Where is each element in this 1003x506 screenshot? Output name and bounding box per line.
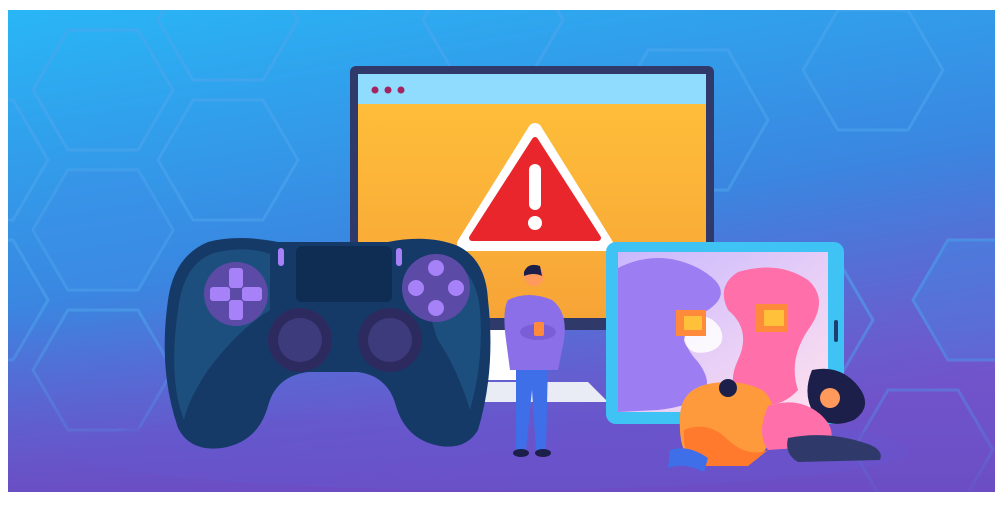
illustration-frame [8,10,995,492]
tablet-card [684,316,702,330]
left-analog-stick-top [278,318,322,362]
lying-person-head [820,388,840,408]
tablet-card [764,310,784,326]
person-shoe [535,449,551,457]
phone-icon [534,322,544,336]
sitting-person-head [719,379,737,397]
scene-illustration [8,10,995,492]
exclamation-bar [529,164,541,210]
tablet-button [834,320,838,342]
face-button [428,300,444,316]
person-shoe [513,449,529,457]
window-dot [384,86,392,94]
face-button [408,280,424,296]
exclamation-dot [528,216,542,230]
window-dot [371,86,379,94]
controller-touchpad [296,246,392,302]
face-button [448,280,464,296]
right-analog-stick-top [368,318,412,362]
controller-light-bar [278,248,284,266]
window-dot [397,86,405,94]
browser-bar [358,74,706,104]
face-button [428,260,444,276]
controller-light-bar [396,248,402,266]
